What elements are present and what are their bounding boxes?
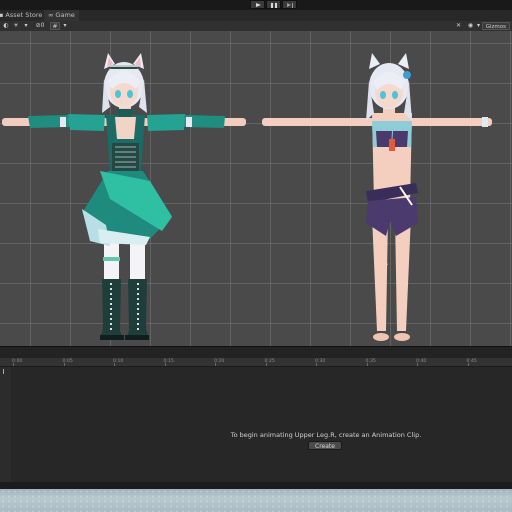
cuff-left bbox=[60, 117, 66, 127]
timeline-tick-mark bbox=[366, 363, 368, 366]
game-controller-icon: ∞ bbox=[48, 11, 54, 19]
create-clip-button[interactable]: Create bbox=[308, 441, 342, 450]
grid-dropdown-icon[interactable]: ▾ bbox=[61, 22, 69, 30]
scene-view[interactable] bbox=[0, 31, 512, 346]
sole-left bbox=[100, 335, 124, 340]
sole-right bbox=[125, 335, 149, 340]
timeline-tick-mark bbox=[13, 363, 14, 366]
foot-right bbox=[394, 333, 410, 341]
keyframe-cursor-icon[interactable] bbox=[3, 369, 8, 374]
play-controls-bar bbox=[0, 0, 512, 10]
play-button-group bbox=[250, 0, 298, 9]
model-catgirl-bikini[interactable] bbox=[262, 53, 492, 341]
scene-render bbox=[2, 53, 492, 341]
sleeve-right-upper bbox=[147, 114, 185, 131]
garter-left bbox=[103, 257, 120, 261]
animation-panel-header bbox=[0, 358, 11, 367]
pause-icon bbox=[271, 3, 277, 8]
asset-store-icon: ▪ bbox=[0, 11, 4, 19]
window-bottom-border bbox=[0, 482, 512, 489]
headband-frill bbox=[110, 65, 138, 67]
eye-left bbox=[380, 91, 386, 99]
grid-toggle-icon[interactable]: # bbox=[50, 22, 60, 30]
timeline-tick-mark bbox=[467, 363, 469, 366]
animation-window: 0:00 0:05 0:10 0:15 0:20 0:25 0:30 0:35 0:40 0:45… bbox=[0, 358, 512, 482]
play-icon bbox=[256, 3, 261, 7]
chest bbox=[115, 117, 136, 139]
tab-game[interactable]: ∞ Game bbox=[44, 10, 79, 21]
sleeve-left-upper bbox=[68, 114, 105, 131]
animation-empty-message: To begin animating Upper Leg.R, create a… bbox=[230, 431, 422, 439]
timeline-tick-mark bbox=[215, 363, 216, 366]
desktop-background bbox=[0, 489, 512, 512]
draw-mode-icon[interactable]: ◐ bbox=[2, 22, 10, 30]
arm-right bbox=[398, 118, 492, 126]
visibility-icon[interactable]: ◉ bbox=[466, 22, 475, 30]
timeline-tick-mark bbox=[316, 363, 317, 366]
tab-asset-store[interactable]: ▪ Asset Store bbox=[0, 10, 46, 21]
arm-left bbox=[262, 118, 380, 126]
gizmos-button[interactable]: Gizmos bbox=[481, 22, 510, 30]
hidden-count: 0 bbox=[40, 22, 45, 29]
timeline-tick-mark bbox=[417, 363, 418, 366]
dopesheet-area[interactable]: To begin animating Upper Leg.R, create a… bbox=[11, 367, 512, 482]
timeline-tick-mark bbox=[265, 363, 267, 366]
play-button[interactable] bbox=[250, 0, 265, 9]
pause-button[interactable] bbox=[266, 0, 281, 9]
stocking-left bbox=[104, 243, 119, 283]
dropdown-chevron-icon[interactable]: ▾ bbox=[22, 22, 30, 30]
tab-asset-store-label: Asset Store bbox=[5, 11, 43, 19]
bracelet bbox=[482, 117, 488, 127]
hidden-objects-toggle[interactable]: ⊘0 bbox=[33, 22, 47, 30]
timeline-ruler[interactable]: 0:00 0:05 0:10 0:15 0:20 0:25 0:30 0:35 0:40 0:45 bbox=[11, 358, 512, 367]
step-button[interactable] bbox=[282, 0, 297, 9]
step-icon bbox=[287, 3, 294, 8]
timeline-tick-mark bbox=[114, 363, 115, 366]
eye-left bbox=[115, 90, 121, 98]
hair-flower bbox=[403, 71, 411, 79]
tools-icon[interactable]: ✕ bbox=[454, 22, 463, 30]
collar-bow bbox=[116, 109, 134, 117]
bikini-center bbox=[389, 139, 395, 151]
cuff-right bbox=[186, 117, 192, 127]
foot-left bbox=[373, 333, 389, 341]
tab-game-label: Game bbox=[55, 11, 75, 19]
stocking-right bbox=[130, 243, 145, 283]
model-catgirl-dress[interactable] bbox=[2, 53, 246, 340]
timeline-tick-mark bbox=[63, 363, 65, 366]
visibility-dropdown-icon[interactable]: ▾ bbox=[475, 22, 482, 30]
eye-right bbox=[392, 91, 398, 99]
timeline-tick-mark bbox=[164, 363, 166, 366]
lighting-toggle-icon[interactable]: ☀ bbox=[12, 22, 20, 30]
eye-right bbox=[127, 90, 133, 98]
